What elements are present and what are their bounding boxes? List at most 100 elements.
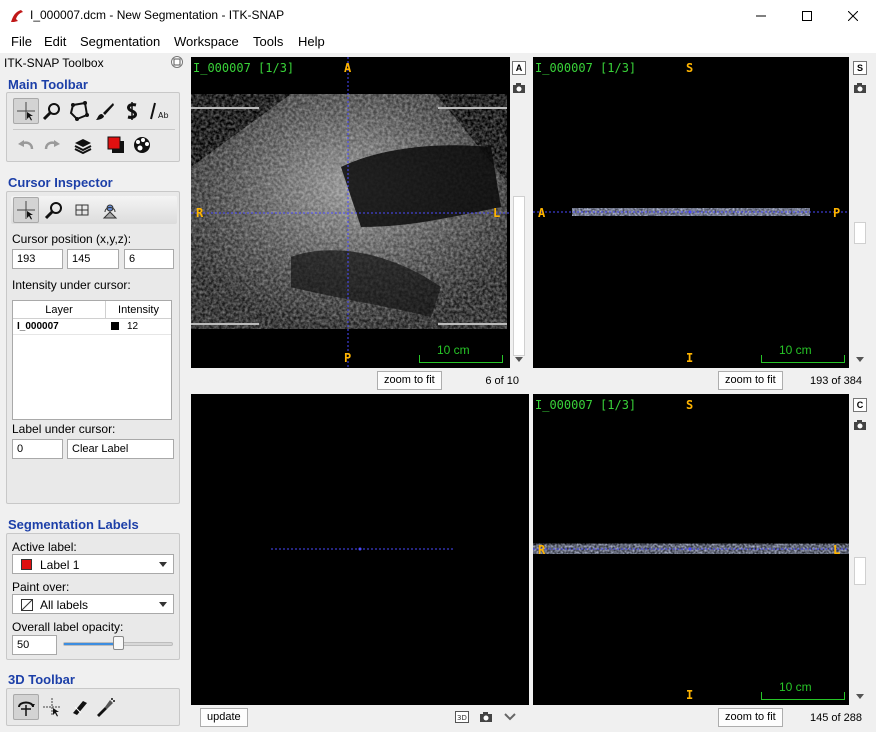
minimize-button[interactable] xyxy=(738,0,784,31)
inspector-tab-zoom[interactable] xyxy=(41,197,67,223)
sagittal-view-label: I_000007 [1/3] xyxy=(535,61,637,75)
inspector-tab-cursor[interactable] xyxy=(13,197,39,223)
3d-update-button[interactable]: update xyxy=(200,708,248,727)
crosshair-tool-button[interactable] xyxy=(13,98,39,124)
crosshair-icon xyxy=(43,698,61,717)
menu-edit[interactable]: Edit xyxy=(44,34,66,49)
sagittal-orient-bottom: I xyxy=(686,351,694,365)
menu-help[interactable]: Help xyxy=(298,34,325,49)
intensity-value-cell: 12 xyxy=(127,321,139,332)
cursor-y-field[interactable]: 145 xyxy=(67,249,119,269)
3d-scalpel-button[interactable] xyxy=(66,694,92,720)
annotation-icon: Ab xyxy=(150,102,169,120)
cursor-x-field[interactable]: 193 xyxy=(12,249,63,269)
sagittal-view[interactable]: I_000007 [1/3] S I A P 10 cm xyxy=(533,57,849,368)
main-toolbar-title: Main Toolbar xyxy=(8,77,88,92)
crosshair-icon xyxy=(17,201,35,220)
table-header-layer[interactable]: Layer xyxy=(13,301,106,319)
layers-button[interactable] xyxy=(70,132,96,158)
menu-segmentation[interactable]: Segmentation xyxy=(80,34,160,49)
zoom-tool-button[interactable] xyxy=(39,98,65,124)
close-button[interactable] xyxy=(830,0,876,31)
rotate-3d-icon xyxy=(18,701,35,716)
coronal-view[interactable]: I_000007 [1/3] S I R L 10 cm xyxy=(533,394,849,705)
3d-rotate-button[interactable] xyxy=(13,694,39,720)
cursor-z-field[interactable]: 6 xyxy=(124,249,174,269)
coronal-scroll-thumb[interactable] xyxy=(854,557,866,585)
polygon-icon xyxy=(69,101,89,121)
toolbar-divider xyxy=(13,129,175,130)
camera-icon[interactable] xyxy=(512,82,526,94)
menu-workspace[interactable]: Workspace xyxy=(174,34,239,49)
3d-spray-button[interactable] xyxy=(92,694,118,720)
coronal-orient-bottom: I xyxy=(686,688,694,702)
camera-icon[interactable] xyxy=(853,82,867,94)
table-row[interactable]: I_000007 12 xyxy=(13,319,171,335)
table-header-intensity[interactable]: Intensity xyxy=(106,301,171,319)
scroll-down-icon[interactable] xyxy=(514,356,524,364)
coronal-scale-bar xyxy=(761,692,845,700)
snake-tool-button[interactable] xyxy=(119,98,145,124)
annotation-tool-button[interactable]: Ab xyxy=(145,98,171,124)
svg-text:3D: 3D xyxy=(457,714,467,722)
axial-side-button[interactable]: A xyxy=(512,61,526,75)
axial-scroll-thumb[interactable] xyxy=(513,196,525,356)
intensity-swatch xyxy=(111,322,119,330)
axial-orient-right: L xyxy=(493,206,501,220)
sagittal-slice-count: 193 of 384 xyxy=(810,375,862,387)
zoom-icon xyxy=(44,202,62,220)
coronal-side-button[interactable]: C xyxy=(853,398,867,412)
sagittal-scroll-thumb[interactable] xyxy=(854,222,866,244)
sagittal-orient-left: A xyxy=(538,206,546,220)
opacity-slider-handle[interactable] xyxy=(113,636,124,650)
scroll-down-icon[interactable] xyxy=(855,356,865,364)
maximize-button[interactable] xyxy=(784,0,830,31)
paint-over-dropdown[interactable]: All labels xyxy=(12,594,174,614)
coronal-scrollbar[interactable] xyxy=(853,433,867,705)
sagittal-zoom-to-fit-button[interactable]: zoom to fit xyxy=(718,371,783,390)
axial-zoom-to-fit-button[interactable]: zoom to fit xyxy=(377,371,442,390)
undock-icon xyxy=(173,58,181,66)
render-3d-view[interactable] xyxy=(191,394,529,705)
segmentation-labels-title: Segmentation Labels xyxy=(8,517,139,532)
undo-button[interactable] xyxy=(13,132,39,158)
3d-view-icon[interactable]: 3D xyxy=(455,711,469,723)
axial-scrollbar[interactable] xyxy=(512,76,526,368)
label-id-field[interactable]: 0 xyxy=(12,439,63,459)
paintbrush-tool-button[interactable] xyxy=(92,98,118,124)
maximize-icon xyxy=(802,10,812,21)
toolbox-undock-button[interactable] xyxy=(171,56,183,68)
chevron-down-icon[interactable] xyxy=(503,712,517,722)
coronal-zoom-to-fit-button[interactable]: zoom to fit xyxy=(718,708,783,727)
sync-icon xyxy=(102,204,118,219)
camera-icon[interactable] xyxy=(479,711,493,723)
inspector-tab-sync[interactable] xyxy=(97,197,123,223)
close-icon xyxy=(848,10,858,21)
active-label-dropdown[interactable]: Label 1 xyxy=(12,554,174,574)
spraypaint-icon xyxy=(97,698,115,717)
sagittal-orient-right: P xyxy=(833,206,841,220)
redo-button[interactable] xyxy=(39,132,65,158)
paintbrush-icon xyxy=(96,103,114,120)
axial-view[interactable]: I_000007 [1/3] A P R L 10 cm xyxy=(191,57,510,368)
polygon-tool-button[interactable] xyxy=(66,98,92,124)
inspector-tab-layout[interactable] xyxy=(69,197,95,223)
toolbar-3d-panel xyxy=(6,688,180,726)
label-color-button[interactable] xyxy=(103,132,129,158)
menu-tools[interactable]: Tools xyxy=(253,34,283,49)
3d-crosshair-button[interactable] xyxy=(39,694,65,720)
svg-text:Ab: Ab xyxy=(158,111,169,120)
opacity-value-field[interactable]: 50 xyxy=(12,635,57,655)
sagittal-side-button[interactable]: S xyxy=(853,61,867,75)
palette-button[interactable] xyxy=(129,132,155,158)
label-name-field[interactable]: Clear Label xyxy=(67,439,174,459)
axial-orient-left: R xyxy=(196,206,204,220)
redo-icon xyxy=(44,140,60,150)
axial-view-label: I_000007 [1/3] xyxy=(193,61,295,75)
camera-icon[interactable] xyxy=(853,419,867,431)
scroll-down-icon[interactable] xyxy=(855,693,865,701)
all-labels-icon xyxy=(21,599,33,611)
menu-file[interactable]: File xyxy=(11,34,32,49)
sagittal-scrollbar[interactable] xyxy=(853,96,867,368)
cursor-inspector-title: Cursor Inspector xyxy=(8,175,113,190)
